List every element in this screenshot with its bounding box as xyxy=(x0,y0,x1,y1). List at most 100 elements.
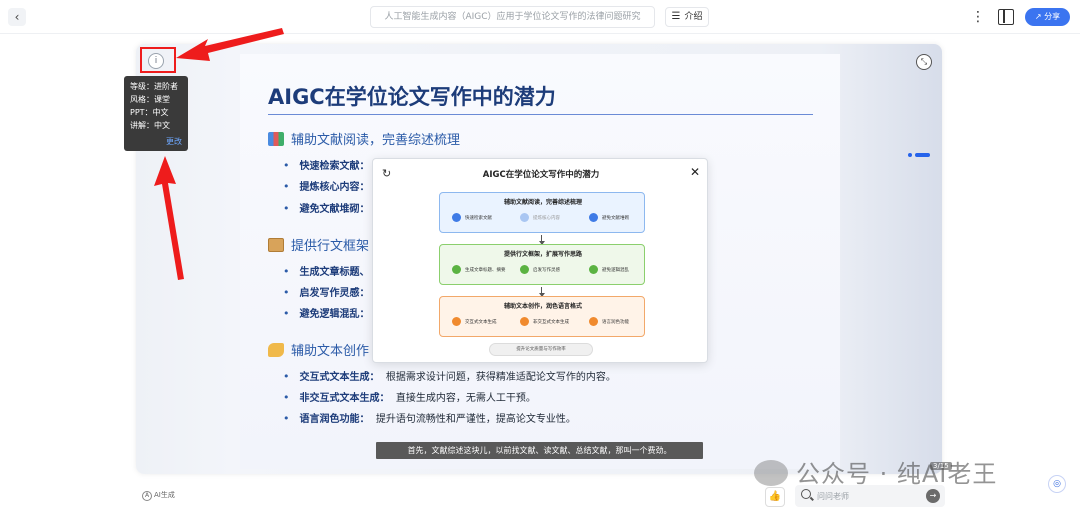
modal-title: AIGC在学位论文写作中的潜力 xyxy=(482,170,600,180)
flow-item: 避免逻辑混乱 xyxy=(589,265,629,274)
thumbs-up-icon: 👍 xyxy=(768,491,782,502)
title-divider xyxy=(268,114,813,115)
page-indicator: 3/15 xyxy=(930,462,952,470)
bullet-label: 快速检索文献： xyxy=(299,161,370,172)
flow-item: 启发写作灵感 xyxy=(520,265,560,274)
flow-arrow xyxy=(538,235,545,245)
flow-item-text: 生成文章标题、摘要 xyxy=(465,268,506,273)
bullet-item: 提炼核心内容： xyxy=(283,178,370,193)
flow-item-text: 启发写作灵感 xyxy=(533,268,560,273)
bullet-item: 生成文章标题、 xyxy=(283,263,370,278)
flow-item: 生成文章标题、摘要 xyxy=(452,265,506,274)
send-icon[interactable]: → xyxy=(926,489,940,503)
section-heading: 辅助文献阅读，完善综述梳理 xyxy=(268,129,460,148)
section-heading-text: 辅助文献阅读，完善综述梳理 xyxy=(291,133,461,148)
chevron-left-icon: ‹ xyxy=(14,10,20,24)
section-heading: 提供行文框架 xyxy=(268,235,369,254)
flow-box-title: 提供行文框架，扩展写作思路 xyxy=(503,251,582,258)
wechat-icon xyxy=(754,460,788,486)
flow-item-text: 交互式文本生成 xyxy=(465,320,497,325)
section-heading: 辅助文本创作 xyxy=(268,340,369,359)
bullet-label: 提炼核心内容： xyxy=(299,182,370,193)
writing-hand-icon xyxy=(268,343,284,357)
flow-box: 辅助文献阅读，完善综述梳理 快速检索文献 提炼核心内容 避免文献堆砌 xyxy=(439,192,645,233)
clipboard-icon xyxy=(268,238,284,252)
intro-button[interactable]: ☰ 介绍 xyxy=(665,7,709,27)
bullet-label: 非交互式文本生成： xyxy=(299,393,390,404)
dot-icon xyxy=(520,265,529,274)
close-icon[interactable]: ✕ xyxy=(690,165,700,179)
dot-icon xyxy=(520,317,529,326)
flow-item: 避免文献堆砌 xyxy=(589,213,629,222)
flow-item: 非交互式文本生成 xyxy=(520,317,569,326)
info-tooltip: 等级：进阶者 风格：课堂 PPT：中文 讲解：中文 更改 xyxy=(124,76,188,151)
dot-icon xyxy=(589,317,598,326)
flow-item: 提炼核心内容 xyxy=(520,213,560,222)
bullet-item: 避免文献堆砌： xyxy=(283,200,370,215)
bullet-item: 启发写作灵感： xyxy=(283,284,370,299)
bullet-item: 非交互式文本生成： 直接生成内容，无需人工干预。 xyxy=(283,389,536,404)
flow-footer-pill: 提升论文质量与写作效率 xyxy=(489,343,593,356)
search-icon xyxy=(801,489,811,499)
dot-icon xyxy=(589,213,598,222)
assistant-icon[interactable]: ◎ xyxy=(1048,475,1066,493)
bullet-item: 快速检索文献： xyxy=(283,157,370,172)
watermark: 公众号 · 纯AI老王 xyxy=(754,454,997,489)
annotation-highlight-box xyxy=(140,47,176,73)
bullet-text: 提升语句流畅性和严谨性，提高论文专业性。 xyxy=(375,414,576,425)
share-button[interactable]: ↗ 分享 xyxy=(1025,8,1070,26)
flow-item: 快速检索文献 xyxy=(452,213,492,222)
top-bar: ‹ 人工智能生成内容（AIGC）应用于学位论文写作的法律问题研究 ☰ 介绍 ⋮ ↗… xyxy=(0,0,1080,34)
bullet-item: 语言润色功能： 提升语句流畅性和严谨性，提高论文专业性。 xyxy=(283,410,576,425)
ask-input[interactable] xyxy=(817,488,917,504)
flow-item-text: 提炼核心内容 xyxy=(533,216,560,221)
fit-screen-icon[interactable]: ⤡ xyxy=(916,54,932,70)
flow-box: 辅助文本创作，润色语言格式 交互式文本生成 非交互式文本生成 语言润色功能 xyxy=(439,296,645,337)
back-button[interactable]: ‹ xyxy=(8,8,26,26)
ai-generated-mark: A AI生成 xyxy=(142,490,175,501)
dot-icon xyxy=(520,213,529,222)
bullet-label: 启发写作灵感： xyxy=(299,288,370,299)
bullet-label: 生成文章标题、 xyxy=(299,267,370,278)
section-heading-text: 辅助文本创作 xyxy=(291,344,370,359)
bullet-label: 避免文献堆砌： xyxy=(299,204,370,215)
flow-box: 提供行文框架，扩展写作思路 生成文章标题、摘要 启发写作灵感 避免逻辑混乱 xyxy=(439,244,645,285)
more-button[interactable]: ⋮ xyxy=(970,8,986,26)
ask-teacher-box[interactable]: → xyxy=(795,485,945,507)
bullet-text: 根据需求设计问题，获得精准适配论文写作的内容。 xyxy=(385,372,616,383)
like-button[interactable]: 👍 xyxy=(765,487,785,507)
dot-icon xyxy=(452,317,461,326)
bullet-label: 交互式文本生成： xyxy=(299,372,380,383)
flow-item: 语言润色功能 xyxy=(589,317,629,326)
dot-icon xyxy=(589,265,598,274)
more-vertical-icon: ⋮ xyxy=(971,9,985,25)
intro-label: 介绍 xyxy=(684,12,703,22)
slide-progress-dots xyxy=(908,153,930,157)
diagram-modal: ↻ AIGC在学位论文写作中的潜力 ✕ 辅助文献阅读，完善综述梳理 快速检索文献… xyxy=(372,158,708,363)
tooltip-line: 等级：进阶者 xyxy=(130,82,178,91)
section-heading-text: 提供行文框架 xyxy=(291,239,370,254)
ai-mark-text: AI生成 xyxy=(154,491,175,499)
slide-title: AIGC在学位论文写作中的潜力 xyxy=(268,85,556,109)
progress-dot xyxy=(908,153,912,157)
sidebar-layout-icon[interactable] xyxy=(998,9,1014,25)
bullet-label: 避免逻辑混乱： xyxy=(299,309,370,320)
subtitle-caption: 首先，文献综述这块儿，以前找文献、读文献、总结文献，那叫一个费劲。 xyxy=(376,442,703,459)
bullet-item: 避免逻辑混乱： xyxy=(283,305,370,320)
flow-item-text: 避免文献堆砌 xyxy=(602,216,629,221)
change-settings-link[interactable]: 更改 xyxy=(130,135,182,148)
flow-arrow xyxy=(538,287,545,297)
watermark-text: 公众号 · 纯AI老王 xyxy=(796,460,998,488)
share-label: 分享 xyxy=(1044,12,1061,21)
dot-icon xyxy=(452,213,461,222)
list-icon: ☰ xyxy=(671,11,681,22)
flow-box-title: 辅助文献阅读，完善综述梳理 xyxy=(503,199,582,206)
ai-icon: A xyxy=(142,491,152,501)
bullet-text: 直接生成内容，无需人工干预。 xyxy=(395,393,536,404)
flow-item-text: 语言润色功能 xyxy=(602,320,629,325)
document-title[interactable]: 人工智能生成内容（AIGC）应用于学位论文写作的法律问题研究 xyxy=(370,6,655,28)
flow-item-text: 避免逻辑混乱 xyxy=(602,268,629,273)
tooltip-line: 风格：课堂 xyxy=(130,95,170,104)
flow-box-title: 辅助文本创作，润色语言格式 xyxy=(503,303,582,310)
progress-bar xyxy=(915,153,930,157)
